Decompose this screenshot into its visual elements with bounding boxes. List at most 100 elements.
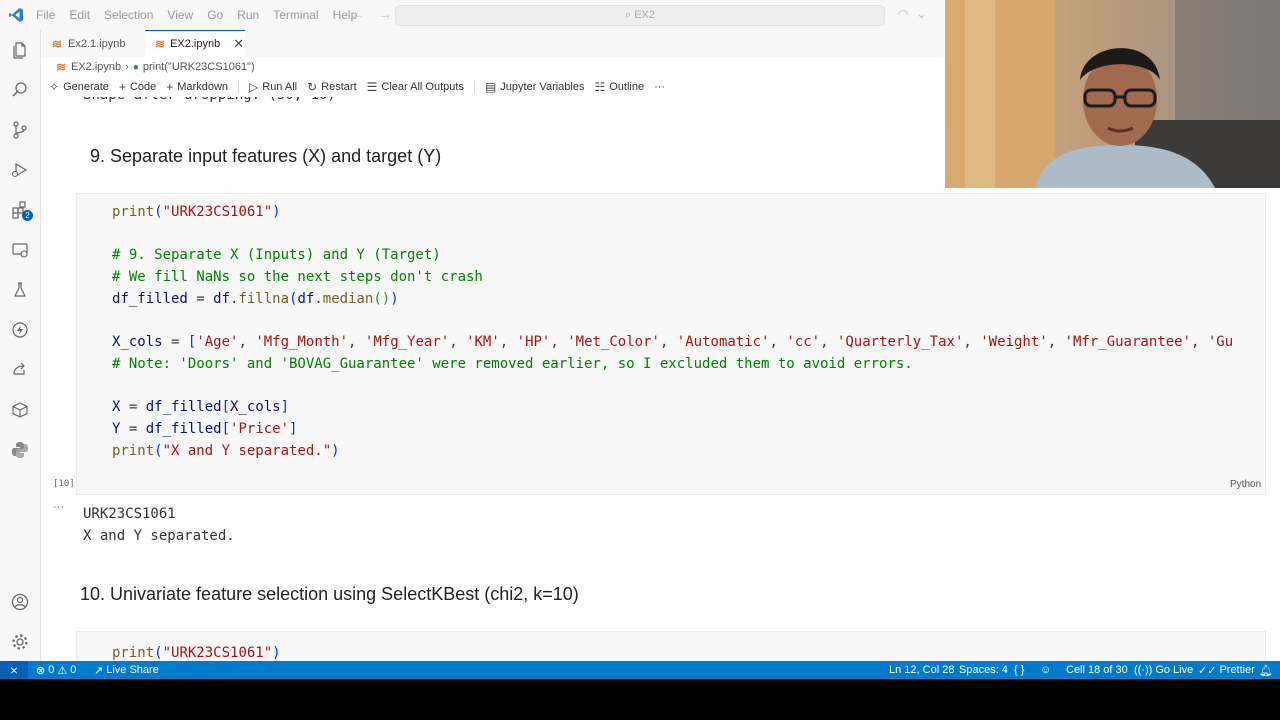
account-icon[interactable] xyxy=(8,590,32,614)
menu-go[interactable]: Go xyxy=(207,8,223,22)
code-token: "URK23CS1061" xyxy=(162,645,273,661)
code-token: fillna xyxy=(238,290,290,307)
chevron-down-icon[interactable]: ⌄ xyxy=(916,7,926,21)
code-token: "URK23CS1061" xyxy=(162,204,273,220)
remote-explorer-icon[interactable] xyxy=(8,238,32,262)
output-actions-button[interactable]: ··· xyxy=(53,501,64,513)
search-icon[interactable] xyxy=(8,78,32,102)
extensions-icon[interactable]: 2 xyxy=(8,198,33,222)
prettier-button[interactable]: ✓✓ Prettier xyxy=(1198,661,1255,679)
copilot-icon[interactable]: ◠ xyxy=(898,7,908,21)
code-comment: # We fill NaNs so the next steps don't c… xyxy=(112,269,483,286)
code-token: X_cols xyxy=(230,399,281,416)
cell-indicator[interactable]: Cell 18 of 30 xyxy=(1066,661,1128,679)
more-actions-button[interactable]: ··· xyxy=(654,81,665,93)
source-control-icon[interactable] xyxy=(8,118,32,142)
code-editor[interactable]: print("URK23CS1061") xyxy=(112,645,281,661)
variables-icon: ▤ xyxy=(484,80,497,94)
menu-file[interactable]: File xyxy=(36,8,55,22)
outline-button[interactable]: ☷ Outline xyxy=(594,80,644,94)
forward-arrow-icon[interactable]: → xyxy=(378,6,392,22)
code-token: df xyxy=(213,290,231,307)
code-token: print xyxy=(112,442,155,459)
toolbar-divider xyxy=(238,80,240,94)
add-code-button[interactable]: + Code xyxy=(119,80,156,94)
settings-gear-icon[interactable] xyxy=(8,630,32,654)
language-status-icon[interactable]: { } xyxy=(1014,661,1024,679)
sparkle-icon: ✧ xyxy=(49,80,60,94)
code-token: 'Met_Color' xyxy=(567,334,660,351)
code-token: df_filled xyxy=(112,290,188,307)
lightning-icon[interactable] xyxy=(8,318,32,342)
run-debug-icon[interactable] xyxy=(8,158,32,182)
package-icon[interactable] xyxy=(8,398,32,422)
jupyter-variables-button[interactable]: ▤ Jupyter Variables xyxy=(485,80,585,94)
markdown-heading-9[interactable]: 9. Separate input features (X) and targe… xyxy=(90,146,441,167)
clear-all-outputs-button[interactable]: ☰ Clear All Outputs xyxy=(367,80,464,94)
notebook-icon: ≋ xyxy=(51,36,63,51)
code-cell[interactable]: print("URK23CS1061") xyxy=(76,631,1266,661)
plus-icon: + xyxy=(166,80,174,94)
code-token: df xyxy=(297,290,315,307)
code-token: 'Mfr_Guarantee' xyxy=(1064,334,1191,351)
remote-indicator-icon[interactable]: ⨯ xyxy=(0,661,28,679)
menu-view[interactable]: View xyxy=(167,8,193,22)
restart-label: Restart xyxy=(321,81,357,93)
indentation[interactable]: Spaces: 4 xyxy=(959,661,1008,679)
broadcast-icon: ((·)) xyxy=(1134,664,1153,676)
code-editor[interactable]: print("URK23CS1061") # 9. Separate X (In… xyxy=(112,202,1233,462)
menu-run[interactable]: Run xyxy=(237,8,259,22)
tab-label: EX2.ipynb xyxy=(170,38,221,50)
notebook-icon: ≋ xyxy=(55,60,67,74)
code-token: X xyxy=(112,399,121,416)
command-center-search[interactable]: ⌕ EX2 xyxy=(395,5,885,26)
breadcrumb: ≋ EX2.ipynb › ● print("URK23CS1061") xyxy=(41,57,945,77)
generate-button[interactable]: ✧ Generate xyxy=(49,80,109,94)
close-icon[interactable]: ✕ xyxy=(233,36,244,52)
variables-label: Jupyter Variables xyxy=(500,81,585,93)
menu-terminal[interactable]: Terminal xyxy=(273,8,318,22)
code-token: X_cols xyxy=(112,334,163,351)
code-token: 'Price' xyxy=(230,421,290,438)
breadcrumb-file[interactable]: EX2.ipynb xyxy=(71,61,121,73)
python-icon: ● xyxy=(132,61,139,73)
notebook-icon: ≋ xyxy=(155,37,166,51)
tab-ex2[interactable]: ≋ EX2.ipynb ✕ xyxy=(145,30,245,57)
live-share-icon[interactable] xyxy=(8,358,32,382)
live-share-button[interactable]: ↗ Live Share xyxy=(94,661,159,679)
go-live-button[interactable]: ((·)) Go Live xyxy=(1134,661,1193,679)
code-token: print xyxy=(112,645,155,661)
breadcrumb-symbol[interactable]: print("URK23CS1061") xyxy=(143,61,255,73)
warning-count: 0 xyxy=(70,664,77,676)
restart-button[interactable]: ↻ Restart xyxy=(307,80,357,94)
nav-arrows: ← → xyxy=(350,6,392,22)
command-center-text: EX2 xyxy=(634,9,655,21)
explorer-icon[interactable] xyxy=(8,38,32,62)
outline-label: Outline xyxy=(609,81,645,93)
generate-label: Generate xyxy=(63,81,109,93)
testing-flask-icon[interactable] xyxy=(8,278,32,302)
run-all-button[interactable]: ▷ Run All xyxy=(249,80,297,94)
python-icon[interactable] xyxy=(8,438,32,462)
webcam-presenter-image xyxy=(945,0,1280,188)
code-cell[interactable]: print("URK23CS1061") # 9. Separate X (In… xyxy=(76,193,1266,495)
code-token: 'Automatic' xyxy=(676,334,770,351)
code-token: df_filled xyxy=(145,421,222,438)
notifications-bell-icon[interactable]: 🔔︎ xyxy=(1259,661,1273,679)
cell-language-picker[interactable]: Python xyxy=(1230,479,1261,490)
menu-edit[interactable]: Edit xyxy=(69,8,90,22)
tab-label: Ex2.1.ipynb xyxy=(68,37,126,50)
extensions-badge: 2 xyxy=(22,210,33,221)
code-token: 'cc' xyxy=(786,334,821,351)
add-markdown-button[interactable]: + Markdown xyxy=(166,80,228,94)
problems-indicator[interactable]: ⊗ 0 ⚠ 0 xyxy=(36,661,76,679)
clear-outputs-label: Clear All Outputs xyxy=(381,81,464,93)
copilot-status-icon[interactable]: ☺ xyxy=(1040,661,1051,679)
menu-selection[interactable]: Selection xyxy=(104,8,153,22)
markdown-heading-10[interactable]: 10. Univariate feature selection using S… xyxy=(80,584,579,605)
cursor-position[interactable]: Ln 12, Col 28 xyxy=(889,661,954,679)
back-arrow-icon[interactable]: ← xyxy=(350,6,364,22)
output-line: URK23CS1061 xyxy=(83,506,176,522)
code-token: 'Gu xyxy=(1207,334,1234,351)
code-token: 'Age' xyxy=(196,334,239,351)
